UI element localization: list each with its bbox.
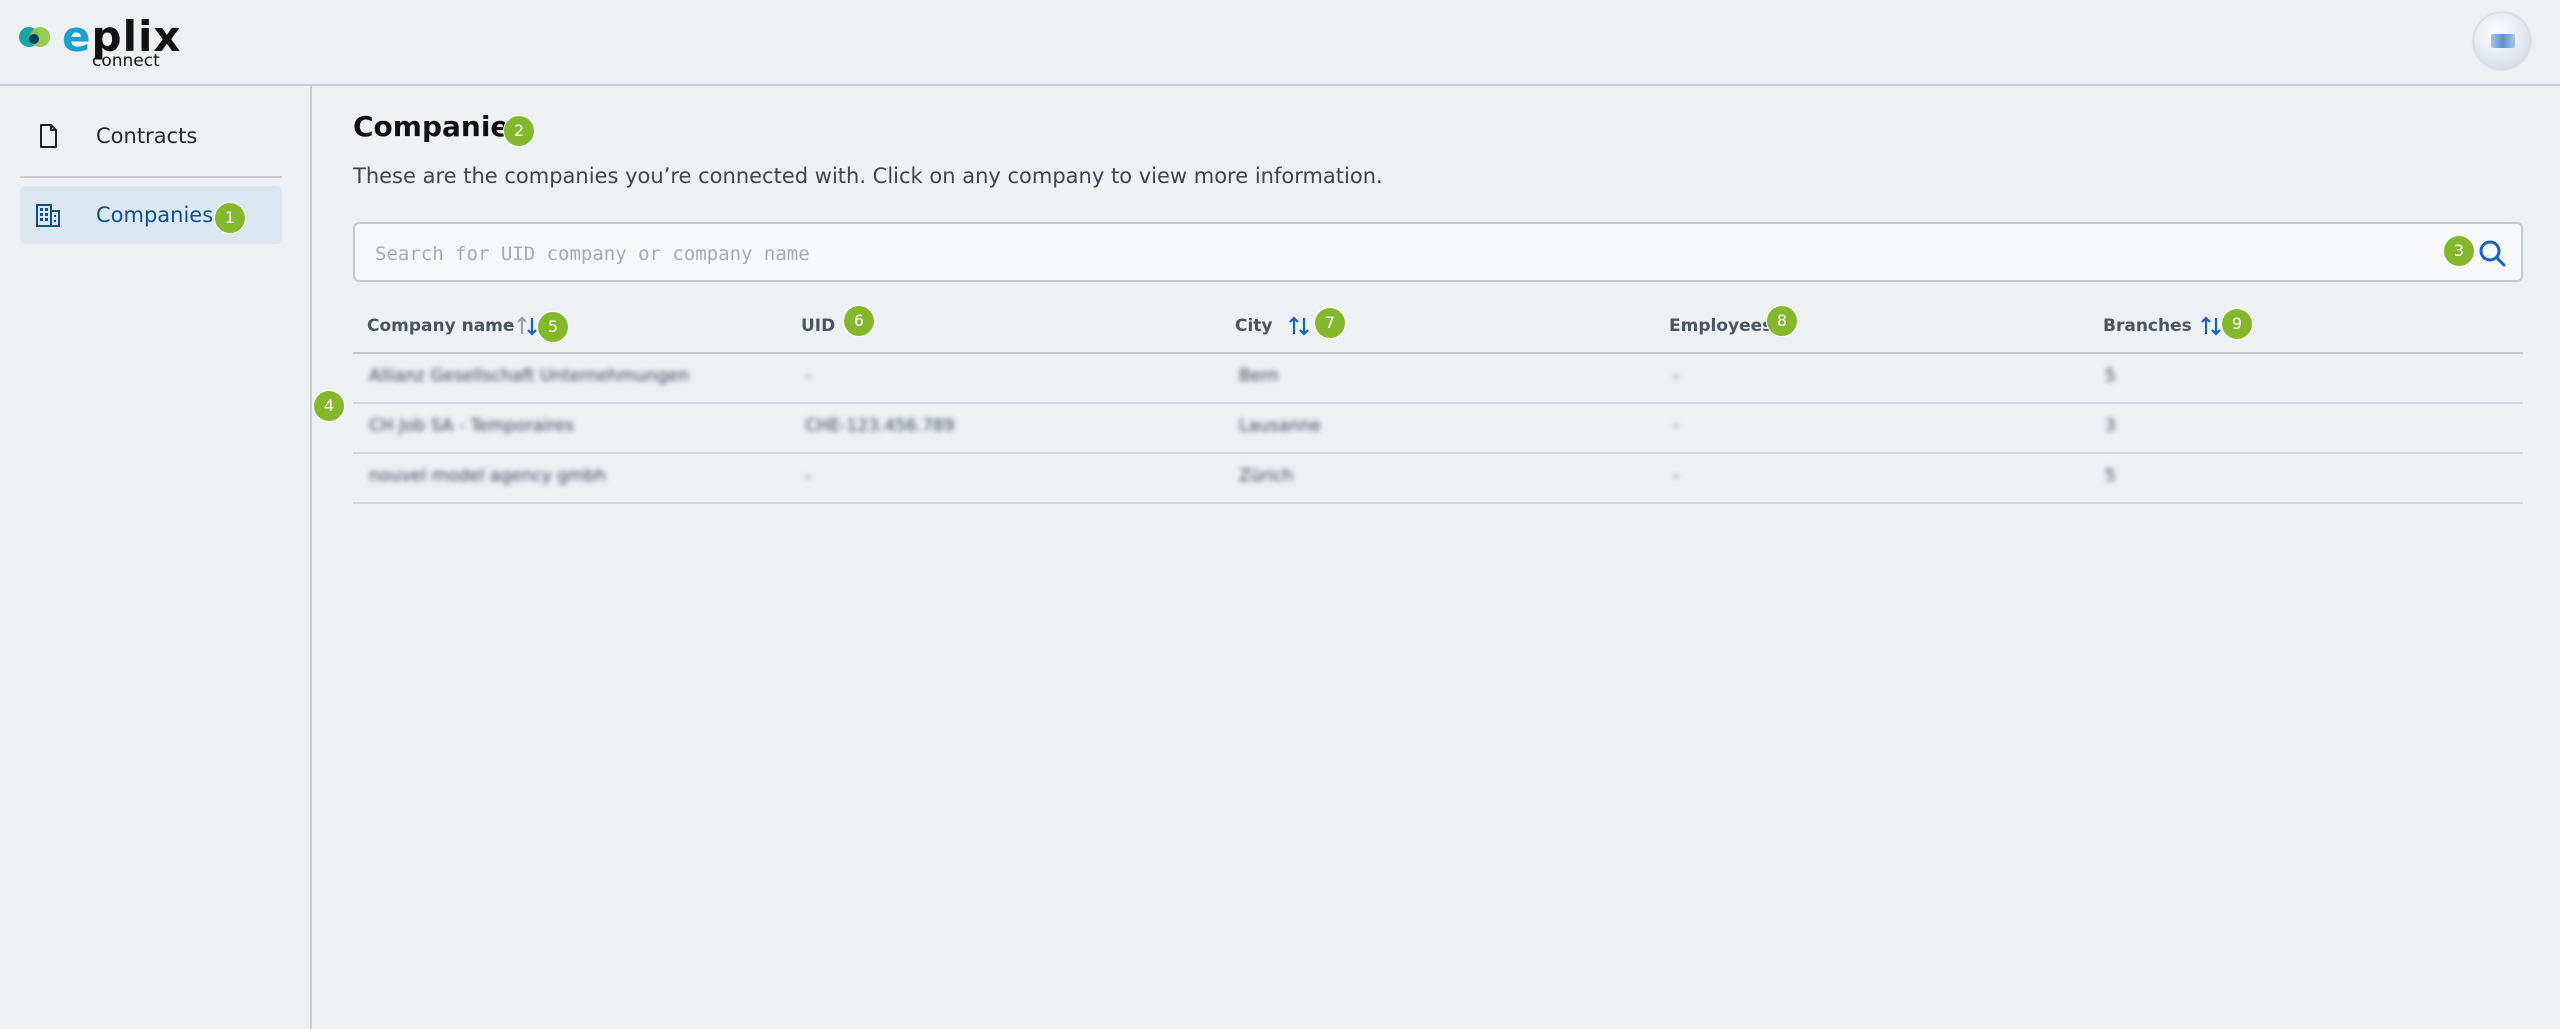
sidebar-item-contracts[interactable]: Contracts [20, 107, 282, 165]
table-row[interactable]: CH Job SA - Temporaires CHE-123.456.789 … [353, 404, 2523, 454]
search-input[interactable] [373, 238, 2457, 270]
annotation-badge: 5 [537, 311, 569, 343]
branches-cell: 5 [2105, 466, 2116, 486]
annotation-badge: 7 [1314, 307, 1346, 339]
annotation-badge: 4 [313, 390, 345, 422]
company-name-cell: Allianz Gesellschaft Unternehmungen [369, 366, 690, 386]
column-header-company-name[interactable]: Company name [367, 316, 514, 336]
uid-cell: - [805, 366, 812, 386]
search-icon[interactable] [2477, 238, 2507, 268]
app-header: eplix connect [0, 0, 2560, 86]
column-header-employees[interactable]: Employees [1669, 316, 1772, 336]
page-title: Companies [353, 110, 527, 143]
logo-subtitle: connect [92, 51, 160, 71]
branches-cell: 5 [2105, 366, 2116, 386]
user-avatar[interactable] [2474, 13, 2530, 69]
sort-icon[interactable] [1285, 312, 1313, 340]
table-row[interactable]: nouvel model agency gmbh - Zürich - 5 [353, 454, 2523, 504]
sidebar-divider [20, 176, 282, 178]
company-name-cell: CH Job SA - Temporaires [369, 416, 575, 436]
annotation-badge: 8 [1766, 305, 1798, 337]
column-header-uid[interactable]: UID [801, 316, 835, 336]
document-icon [40, 124, 57, 148]
city-cell: Zürich [1239, 466, 1294, 486]
annotation-badge: 1 [214, 202, 246, 234]
table-row[interactable]: Allianz Gesellschaft Unternehmungen - Be… [353, 354, 2523, 404]
search-bar [353, 222, 2523, 282]
annotation-badge: 2 [503, 115, 535, 147]
sidebar-item-label: Companies [96, 203, 214, 227]
annotation-badge: 3 [2443, 235, 2475, 267]
uid-cell: - [805, 466, 812, 486]
branches-cell: 3 [2105, 416, 2116, 436]
sidebar: Contracts Companies [0, 86, 312, 1029]
eplix-connect-logo[interactable]: eplix connect [18, 12, 180, 72]
employees-cell: - [1673, 416, 1680, 436]
city-cell: Lausanne [1239, 416, 1321, 436]
logo-mark-icon [19, 27, 50, 47]
building-icon [36, 204, 60, 227]
column-header-branches[interactable]: Branches [2103, 316, 2192, 336]
employees-cell: - [1673, 366, 1680, 386]
table-header: Company name UID City Employees Branches [353, 300, 2523, 354]
uid-cell: CHE-123.456.789 [805, 416, 955, 436]
user-avatar-icon [2491, 34, 2515, 48]
column-header-city[interactable]: City [1235, 316, 1273, 336]
employees-cell: - [1673, 466, 1680, 486]
annotation-badge: 9 [2221, 308, 2253, 340]
company-name-cell: nouvel model agency gmbh [369, 466, 607, 486]
city-cell: Bern [1239, 366, 1279, 386]
annotation-badge: 6 [843, 305, 875, 337]
sidebar-item-label: Contracts [96, 124, 198, 148]
page-subtitle: These are the companies you’re connected… [353, 164, 1383, 188]
